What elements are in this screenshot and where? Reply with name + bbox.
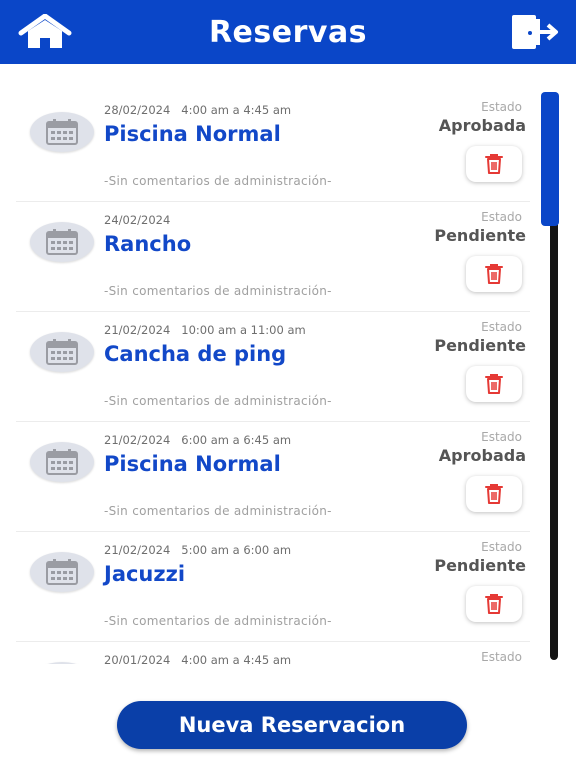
reservation-name: Piscina Normal	[104, 122, 281, 146]
trash-icon	[485, 594, 503, 614]
admin-comment: -Sin comentarios de administración-	[104, 174, 332, 188]
reservation-datetime: 21/02/2024 10:00 am a 11:00 am	[104, 323, 306, 337]
new-reservation-button[interactable]: Nueva Reservacion	[117, 701, 467, 749]
reservation-datetime: 28/02/2024 4:00 am a 4:45 am	[104, 103, 292, 117]
reservation-name: Piscina Normal	[104, 452, 281, 476]
page-title: Reservas	[208, 14, 368, 50]
reservation-name: Rancho	[104, 232, 192, 256]
status-label: Estado	[481, 430, 522, 444]
status-value: Pendiente	[434, 226, 526, 245]
trash-icon	[485, 484, 503, 504]
reservation-card[interactable]: 21/02/2024 6:00 am a 6:45 am Piscina Nor…	[16, 422, 530, 532]
calendar-icon	[30, 442, 94, 482]
calendar-icon	[30, 552, 94, 592]
reservation-datetime: 24/02/2024	[104, 213, 171, 227]
reservation-card[interactable]: 28/02/2024 4:00 am a 4:45 am Piscina Nor…	[16, 92, 530, 202]
calendar-icon	[30, 112, 94, 152]
admin-comment: -Sin comentarios de administración-	[104, 504, 332, 518]
reservation-list[interactable]: 28/02/2024 4:00 am a 4:45 am Piscina Nor…	[16, 92, 530, 664]
reservation-name: Cancha de ping	[104, 342, 287, 366]
admin-comment: -Sin comentarios de administración-	[104, 284, 332, 298]
status-label: Estado	[481, 650, 522, 664]
delete-button[interactable]	[466, 366, 522, 402]
reservation-card[interactable]: 20/01/2024 4:00 am a 4:45 am Estado	[16, 642, 530, 664]
status-value: Aprobada	[438, 446, 526, 465]
reservation-datetime: 20/01/2024 4:00 am a 4:45 am	[104, 653, 292, 664]
calendar-icon	[30, 332, 94, 372]
trash-icon	[485, 374, 503, 394]
reservation-datetime: 21/02/2024 6:00 am a 6:45 am	[104, 433, 292, 447]
delete-button[interactable]	[466, 586, 522, 622]
reservation-card[interactable]: 24/02/2024 Rancho -Sin comentarios de ad…	[16, 202, 530, 312]
calendar-icon	[30, 222, 94, 262]
home-button[interactable]	[18, 13, 72, 50]
delete-button[interactable]	[466, 256, 522, 292]
reservation-datetime: 21/02/2024 5:00 am a 6:00 am	[104, 543, 292, 557]
logout-button[interactable]	[510, 13, 562, 51]
status-value: Pendiente	[434, 556, 526, 575]
delete-button[interactable]	[466, 476, 522, 512]
scrollbar-thumb[interactable]	[541, 92, 559, 226]
status-value: Pendiente	[434, 336, 526, 355]
status-value: Aprobada	[438, 116, 526, 135]
home-icon	[18, 13, 72, 48]
reservation-card[interactable]: 21/02/2024 10:00 am a 11:00 am Cancha de…	[16, 312, 530, 422]
admin-comment: -Sin comentarios de administración-	[104, 394, 332, 408]
trash-icon	[485, 154, 503, 174]
reservation-card[interactable]: 21/02/2024 5:00 am a 6:00 am Jacuzzi -Si…	[16, 532, 530, 642]
admin-comment: -Sin comentarios de administración-	[104, 614, 332, 628]
trash-icon	[485, 264, 503, 284]
delete-button[interactable]	[466, 146, 522, 182]
status-label: Estado	[481, 540, 522, 554]
calendar-icon	[30, 662, 94, 664]
status-label: Estado	[481, 210, 522, 224]
status-label: Estado	[481, 100, 522, 114]
status-label: Estado	[481, 320, 522, 334]
reservation-name: Jacuzzi	[104, 562, 186, 586]
app-header: Reservas	[0, 0, 576, 64]
logout-icon	[512, 15, 558, 49]
